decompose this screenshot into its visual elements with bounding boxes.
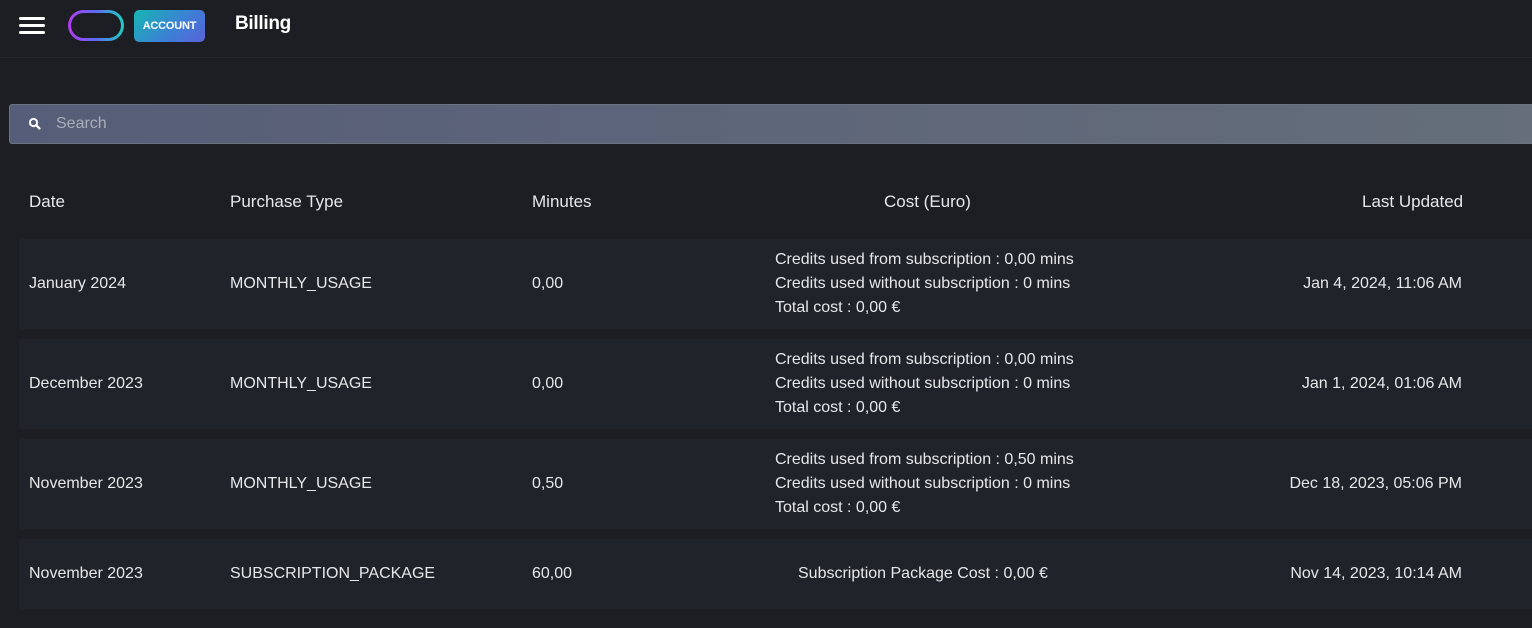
table-header: Date Purchase Type Minutes Cost (Euro) L…: [0, 190, 1532, 214]
row-date: January 2024: [29, 275, 126, 292]
column-header-date[interactable]: Date: [29, 192, 65, 212]
row-minutes: 0,00: [532, 275, 564, 292]
cost-line: Total cost : 0,00 €: [775, 499, 901, 516]
cost-line: Credits used from subscription : 0,00 mi…: [775, 351, 1074, 368]
cost-line: Credits used from subscription : 0,00 mi…: [775, 251, 1074, 268]
row-date: December 2023: [29, 375, 143, 392]
cost-line: Total cost : 0,00 €: [775, 399, 901, 416]
page-title: Billing: [235, 13, 291, 34]
search-bar[interactable]: [9, 104, 1532, 144]
row-date: November 2023: [29, 565, 143, 582]
column-header-last-updated[interactable]: Last Updated: [1362, 192, 1463, 212]
row-last-updated: Dec 18, 2023, 05:06 PM: [1289, 475, 1462, 492]
table-row[interactable]: December 2023 MONTHLY_USAGE 0,00 Credits…: [19, 339, 1532, 429]
row-cost: Credits used from subscription : 0,50 mi…: [775, 448, 1074, 520]
top-bar: ACCOUNT Billing: [0, 0, 1532, 58]
row-last-updated: Jan 4, 2024, 11:06 AM: [1303, 275, 1462, 292]
row-purchase-type: SUBSCRIPTION_PACKAGE: [230, 565, 436, 582]
column-header-purchase-type[interactable]: Purchase Type: [230, 192, 343, 212]
account-button[interactable]: ACCOUNT: [134, 10, 205, 42]
row-cost: Credits used from subscription : 0,00 mi…: [775, 348, 1074, 420]
row-minutes: 60,00: [532, 565, 573, 582]
table-row[interactable]: November 2023 SUBSCRIPTION_PACKAGE 60,00…: [19, 539, 1532, 609]
row-cost: Subscription Package Cost : 0,00 €: [798, 565, 1048, 582]
row-cost: Credits used from subscription : 0,00 mi…: [775, 248, 1074, 320]
row-purchase-type: MONTHLY_USAGE: [230, 475, 372, 492]
table-row[interactable]: November 2023 MONTHLY_USAGE 0,50 Credits…: [19, 439, 1532, 529]
row-last-updated: Nov 14, 2023, 10:14 AM: [1290, 565, 1462, 582]
search-icon: [28, 117, 41, 130]
hamburger-menu-icon[interactable]: [19, 15, 45, 35]
cost-line: Credits used without subscription : 0 mi…: [775, 375, 1071, 392]
row-minutes: 0,00: [532, 375, 564, 392]
cost-line: Credits used from subscription : 0,50 mi…: [775, 451, 1074, 468]
column-header-minutes[interactable]: Minutes: [532, 192, 592, 212]
row-last-updated: Jan 1, 2024, 01:06 AM: [1301, 375, 1462, 392]
search-input[interactable]: [56, 105, 956, 143]
row-date: November 2023: [29, 475, 143, 492]
logo-ring-icon[interactable]: [68, 10, 124, 41]
cost-line: Credits used without subscription : 0 mi…: [775, 475, 1071, 492]
column-header-cost[interactable]: Cost (Euro): [884, 192, 971, 212]
row-purchase-type: MONTHLY_USAGE: [230, 375, 372, 392]
row-purchase-type: MONTHLY_USAGE: [230, 275, 372, 292]
cost-line: Total cost : 0,00 €: [775, 299, 901, 316]
table-row[interactable]: January 2024 MONTHLY_USAGE 0,00 Credits …: [19, 239, 1532, 329]
row-minutes: 0,50: [532, 475, 564, 492]
cost-line: Credits used without subscription : 0 mi…: [775, 275, 1071, 292]
